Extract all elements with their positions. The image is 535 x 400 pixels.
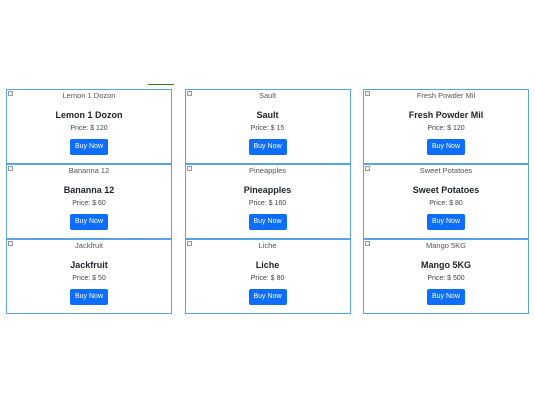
product-card: Sweet Potatoes Sweet Potatoes Price: $ 8… (363, 164, 529, 239)
product-name: Jackfruit (70, 260, 108, 270)
product-image: Sault (186, 90, 350, 102)
product-image: Mango 5KG (364, 240, 528, 252)
buy-now-button[interactable]: Buy Now (248, 139, 287, 155)
product-card: Fresh Powder Mil Fresh Powder Mil Price:… (363, 89, 529, 164)
product-price: Price: $ 60 (72, 200, 106, 207)
product-image-alt: Fresh Powder Mil (416, 91, 476, 100)
product-image: Liche (186, 240, 350, 252)
product-name: Liche (255, 260, 280, 270)
product-image-alt: Bananna 12 (68, 166, 110, 175)
product-name: Lemon 1 Dozon (55, 110, 123, 120)
buy-now-button[interactable]: Buy Now (70, 289, 108, 305)
broken-image-icon (365, 166, 370, 171)
product-price: Price: $ 120 (427, 125, 465, 132)
product-card: Lemon 1 Dozon Lemon 1 Dozon Price: $ 120… (6, 89, 172, 164)
buy-now-button[interactable]: Buy Now (427, 214, 465, 230)
buy-now-button[interactable]: Buy Now (248, 214, 287, 230)
broken-image-icon (186, 91, 192, 96)
product-card: Jackfruit Jackfruit Price: $ 50 Buy Now (6, 239, 172, 314)
product-card: Sault Sault Price: $ 15 Buy Now (184, 89, 351, 164)
product-price: Price: $ 80 (429, 200, 463, 207)
product-image-alt: Sault (258, 91, 277, 100)
broken-image-icon (8, 91, 13, 96)
product-image-alt: Jackfruit (75, 241, 103, 250)
nav-underline-accent (148, 84, 174, 85)
product-image-alt: Pineapples (248, 166, 287, 175)
product-card: Mango 5KG Mango 5KG Price: $ 500 Buy Now (363, 239, 529, 314)
broken-image-icon (8, 166, 13, 171)
product-price: Price: $ 500 (427, 275, 465, 282)
buy-now-button[interactable]: Buy Now (427, 289, 465, 305)
product-image: Sweet Potatoes (364, 165, 528, 177)
product-card: Bananna 12 Bananna 12 Price: $ 60 Buy No… (6, 164, 172, 239)
broken-image-icon (186, 241, 192, 246)
product-image-alt: Sweet Potatoes (419, 166, 473, 175)
product-price: Price: $ 15 (250, 125, 285, 132)
product-price: Price: $ 50 (72, 275, 106, 282)
broken-image-icon (365, 91, 370, 96)
product-name: Pineapples (243, 185, 292, 195)
product-image: Pineapples (186, 165, 350, 177)
product-image: Jackfruit (7, 240, 171, 252)
buy-now-button[interactable]: Buy Now (70, 214, 108, 230)
product-name: Bananna 12 (63, 185, 115, 195)
broken-image-icon (8, 241, 13, 246)
product-price: Price: $ 80 (250, 275, 285, 282)
buy-now-button[interactable]: Buy Now (248, 289, 287, 305)
product-card: Pineapples Pineapples Price: $ 160 Buy N… (184, 164, 351, 239)
product-image: Bananna 12 (7, 165, 171, 177)
buy-now-button[interactable]: Buy Now (427, 139, 465, 155)
product-name: Sault (256, 110, 279, 120)
product-price: Price: $ 160 (248, 200, 287, 207)
product-image-alt: Liche (258, 241, 277, 250)
product-name: Sweet Potatoes (412, 185, 480, 195)
product-price: Price: $ 120 (70, 125, 108, 132)
product-name: Fresh Powder Mil (408, 110, 484, 120)
product-image-alt: Mango 5KG (425, 241, 467, 250)
broken-image-icon (365, 241, 370, 246)
product-image: Fresh Powder Mil (364, 90, 528, 102)
product-image-alt: Lemon 1 Dozon (62, 91, 116, 100)
product-card: Liche Liche Price: $ 80 Buy Now (184, 239, 351, 314)
buy-now-button[interactable]: Buy Now (70, 139, 108, 155)
product-grid: Lemon 1 Dozon Lemon 1 Dozon Price: $ 120… (6, 89, 529, 314)
broken-image-icon (186, 166, 192, 171)
product-image: Lemon 1 Dozon (7, 90, 171, 102)
product-name: Mango 5KG (420, 260, 471, 270)
